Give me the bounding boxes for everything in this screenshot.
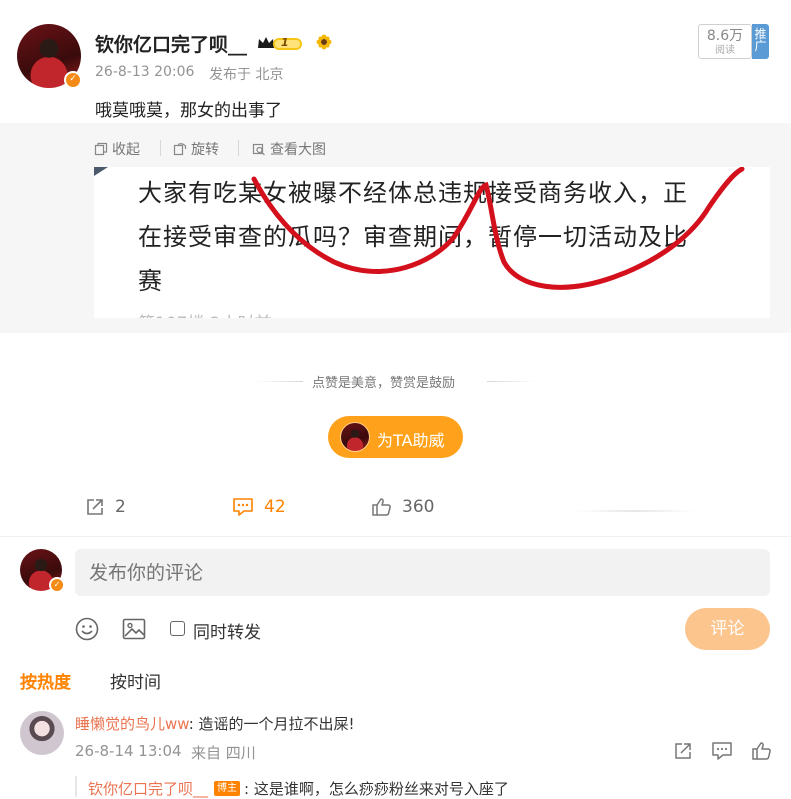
rotate-label: 旋转 xyxy=(191,142,219,158)
comment-text: : 造谣的一个月拉不出屎! xyxy=(188,715,355,733)
image-icon xyxy=(122,618,146,640)
comment-icon xyxy=(712,742,732,760)
collapse-label: 收起 xyxy=(112,142,140,158)
rotate-button[interactable]: 旋转 xyxy=(173,139,219,159)
toolbar-divider xyxy=(238,140,239,156)
collapse-icon xyxy=(94,142,108,156)
reply-username[interactable]: 钦你亿口完了呗__ xyxy=(88,778,208,799)
repost-checkbox-label[interactable]: 同时转发 xyxy=(193,618,261,643)
reply-text: : 这是谁啊，怎么痧痧粉丝来对号入座了 xyxy=(244,780,509,798)
faded-divider xyxy=(575,510,695,512)
post-text: 哦莫哦莫，那女的出事了 xyxy=(95,101,282,121)
comment-count: 42 xyxy=(264,497,286,517)
repost-icon xyxy=(87,499,103,515)
views-count: 8.6万 xyxy=(706,28,744,44)
cheer-button-label: 为TA助威 xyxy=(377,431,445,450)
crown-level-icon xyxy=(256,35,304,52)
comment-reply-button[interactable] xyxy=(711,741,733,761)
tip-divider-right xyxy=(487,381,535,382)
tip-divider-text: 点赞是美意，赞赏是鼓励 xyxy=(312,376,456,391)
tab-sort-time[interactable]: 按时间 xyxy=(110,668,161,693)
image-upload-button[interactable] xyxy=(122,617,146,641)
commenter-avatar[interactable] xyxy=(20,711,64,755)
comment-repost-button[interactable] xyxy=(673,741,693,761)
comment-username[interactable]: 睡懒觉的鸟儿ww xyxy=(75,715,189,733)
reply-thread-bar xyxy=(75,776,77,797)
verified-badge-icon: ✓ xyxy=(49,577,65,593)
repost-checkbox[interactable] xyxy=(170,621,185,636)
tip-divider-left xyxy=(255,381,303,382)
author-badge: 博主 xyxy=(214,781,241,796)
like-count: 360 xyxy=(402,497,435,517)
view-large-label: 查看大图 xyxy=(270,142,326,158)
emoji-icon xyxy=(75,617,99,641)
red-scribble xyxy=(251,167,745,290)
promote-button[interactable]: 推广 xyxy=(752,24,769,59)
emoji-button[interactable] xyxy=(75,617,99,641)
verified-badge-icon: ✓ xyxy=(64,71,82,89)
cheer-button[interactable]: 为TA助威 xyxy=(328,416,463,458)
section-divider xyxy=(0,536,791,537)
tab-sort-hot[interactable]: 按热度 xyxy=(20,668,71,693)
collapse-button[interactable]: 收起 xyxy=(94,139,140,159)
toolbar-divider xyxy=(160,140,161,156)
comment-timestamp: 26-8-14 13:04 xyxy=(75,742,182,760)
comment-location: 来自 四川 xyxy=(191,744,256,762)
post-location: 发布于 北京 xyxy=(209,67,284,83)
thumbs-up-icon xyxy=(752,742,771,760)
repost-icon xyxy=(675,743,691,759)
like-button[interactable]: 360 xyxy=(371,497,434,517)
author-name[interactable]: 钦你亿口完了呗__ xyxy=(95,30,247,57)
views-box: 8.6万 阅读 xyxy=(698,24,752,59)
comment-icon xyxy=(233,498,253,516)
rotate-icon xyxy=(173,143,187,156)
level-badge-text: 1 xyxy=(281,36,289,49)
views-label: 阅读 xyxy=(715,45,735,56)
thumbs-up-icon xyxy=(372,498,391,516)
reply-item: 钦你亿口完了呗__ 博主 : 这是谁啊，怎么痧痧粉丝来对号入座了 xyxy=(88,778,509,799)
zoom-image-icon xyxy=(252,143,265,156)
submit-comment-button[interactable]: 评论 xyxy=(685,608,770,650)
comment-item: 睡懒觉的鸟儿ww: 造谣的一个月拉不出屎! xyxy=(75,713,355,734)
comment-like-button[interactable] xyxy=(751,741,772,761)
embedded-image[interactable]: 大家有吃某女被曝不经体总违规接受商务收入，正 在接受审查的瓜吗？审查期间，暂停一… xyxy=(94,167,770,318)
repost-button[interactable]: 2 xyxy=(85,497,126,517)
view-large-button[interactable]: 查看大图 xyxy=(252,139,326,159)
cheer-avatar xyxy=(340,422,370,452)
post-timestamp: 26-8-13 20:06 xyxy=(95,64,195,80)
comment-input[interactable] xyxy=(75,549,770,596)
sunflower-icon xyxy=(316,34,332,50)
comment-button[interactable]: 42 xyxy=(232,497,286,517)
repost-count: 2 xyxy=(115,497,126,517)
